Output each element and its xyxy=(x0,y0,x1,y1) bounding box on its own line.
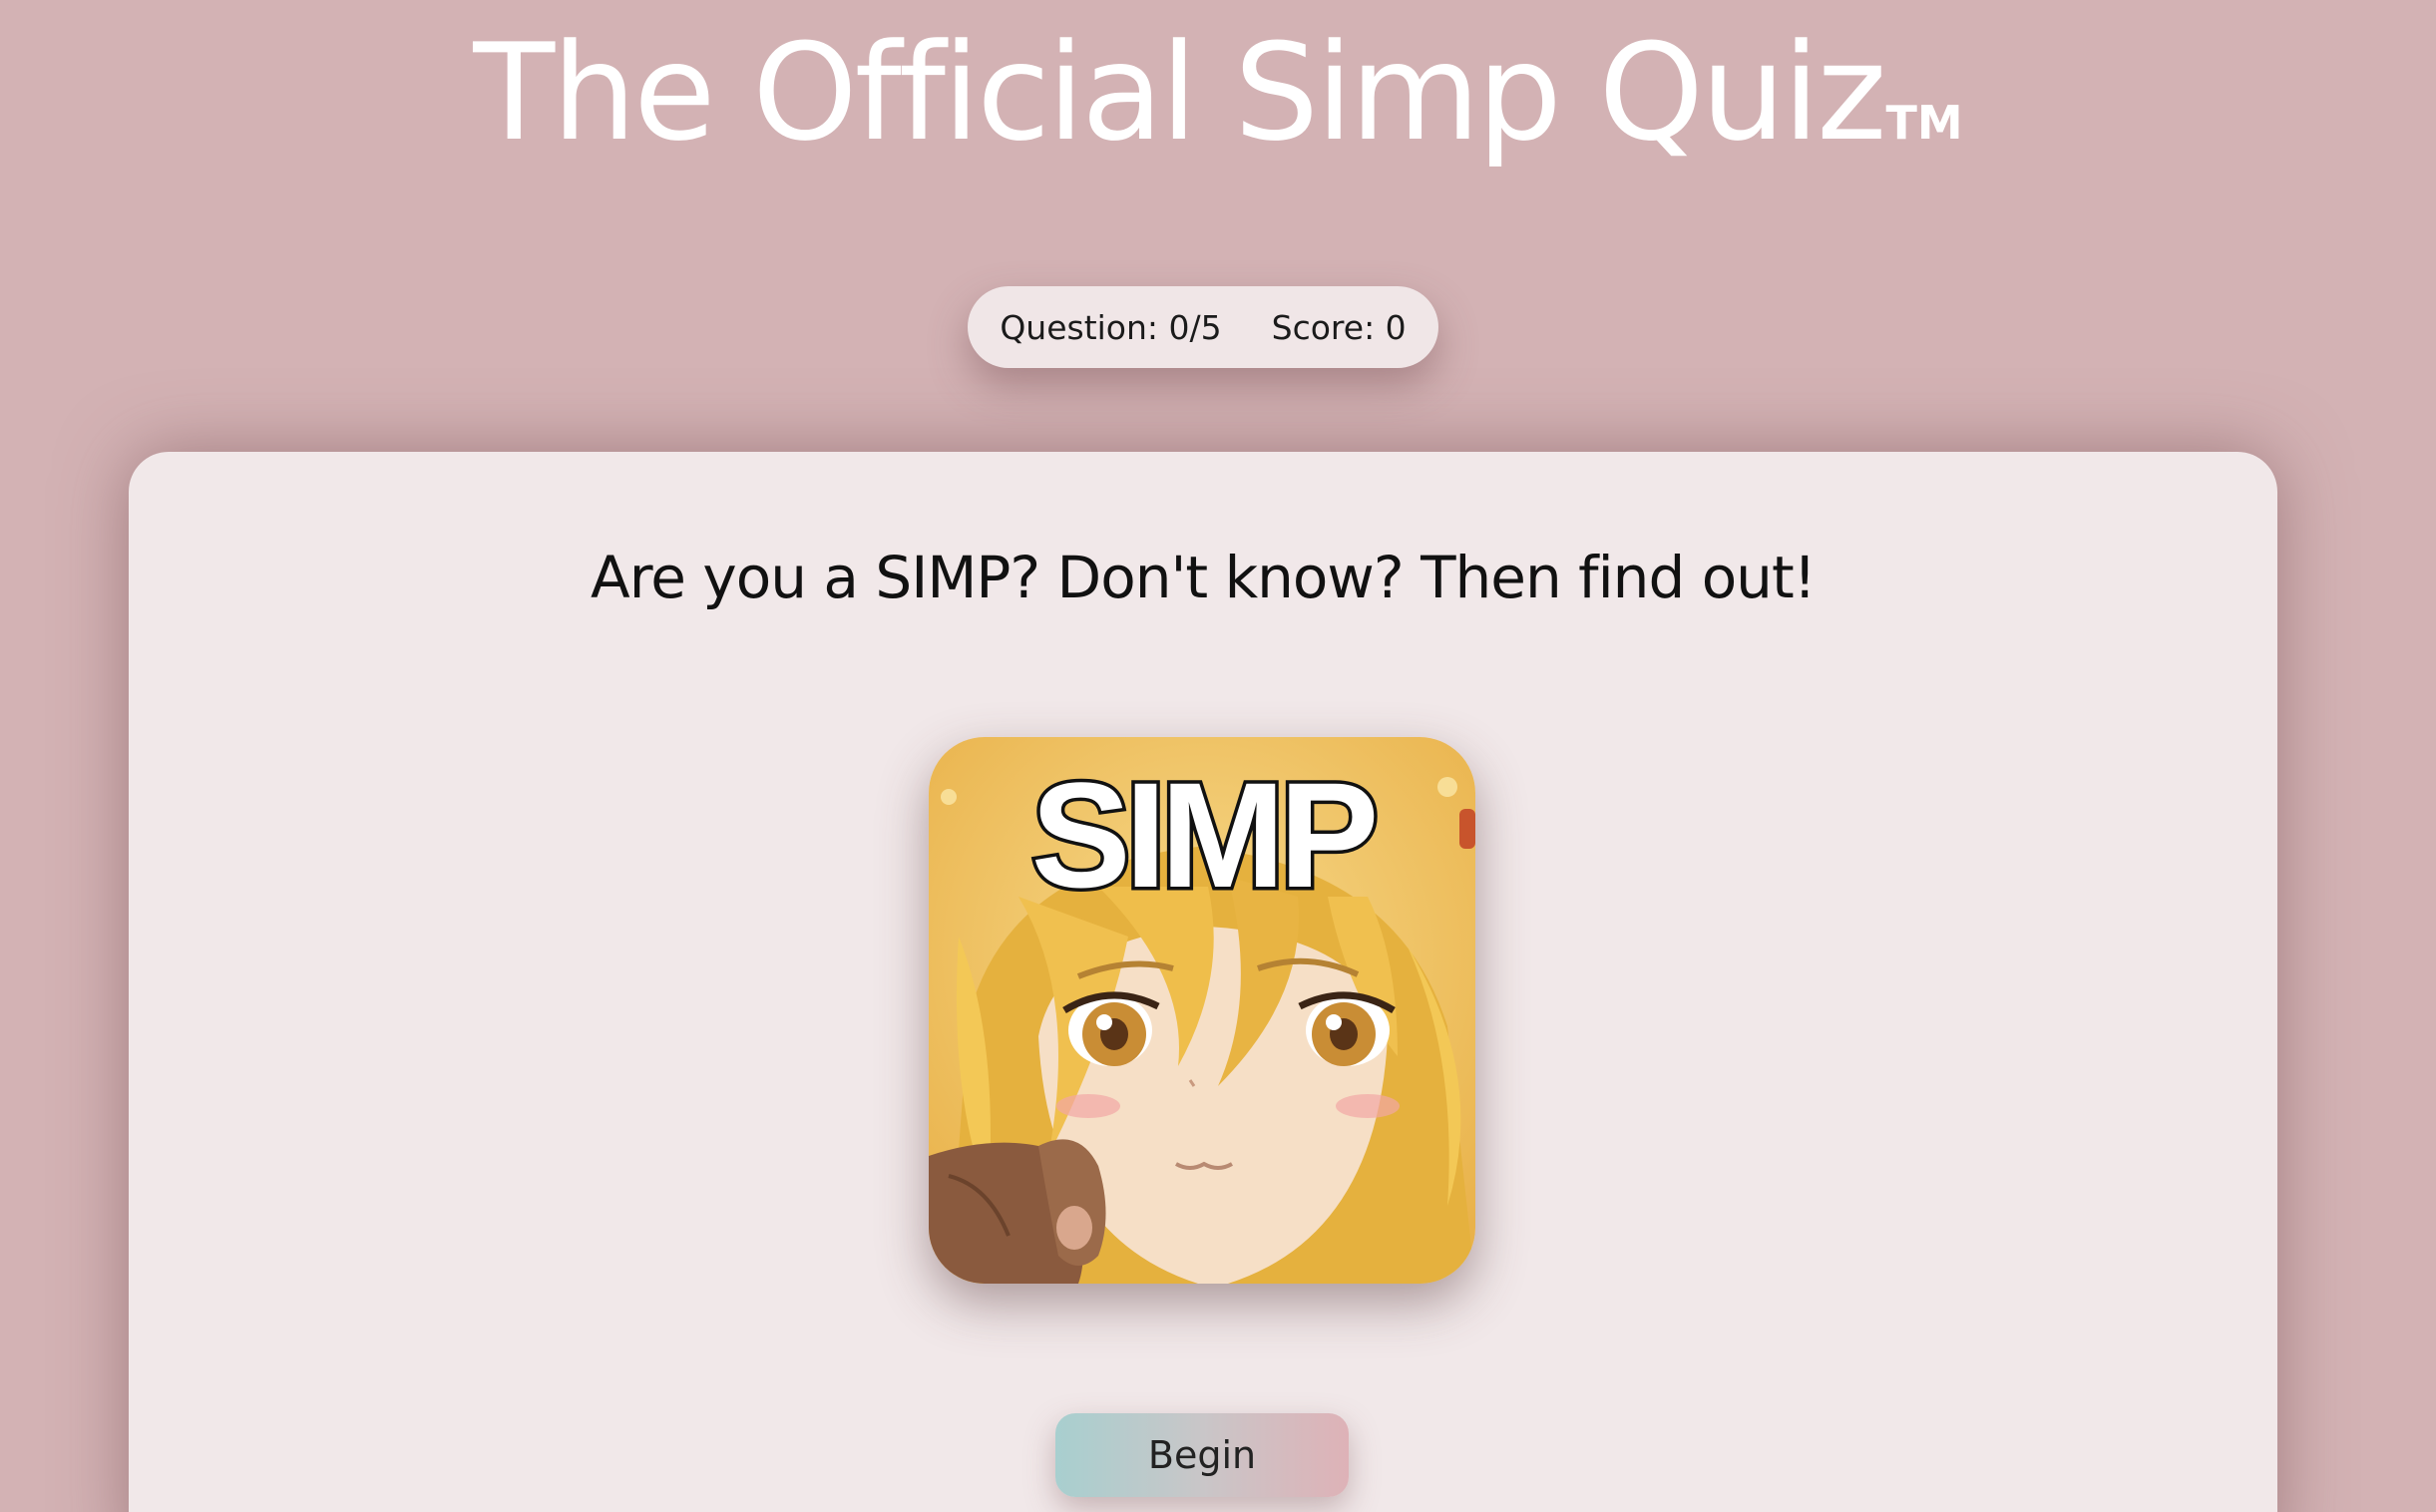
stats-pill: Question: 0/5 Score: 0 xyxy=(968,286,1438,368)
trademark-mark: TM xyxy=(1885,96,1963,150)
question-text: Are you a SIMP? Don't know? Then find ou… xyxy=(591,544,1817,611)
image-caption: SIMP xyxy=(1031,751,1375,919)
quiz-image: SIMP xyxy=(929,737,1475,1284)
score-counter: Score: 0 xyxy=(1271,307,1407,347)
question-counter: Question: 0/5 xyxy=(1000,307,1222,347)
begin-button[interactable]: Begin xyxy=(1055,1413,1349,1497)
quiz-card: Are you a SIMP? Don't know? Then find ou… xyxy=(129,452,2277,1512)
anime-girl-pointing-icon: SIMP xyxy=(929,737,1475,1284)
site-title-text: The Official Simp Quiz xyxy=(473,15,1886,171)
site-title: The Official Simp QuizTM xyxy=(0,18,2436,197)
